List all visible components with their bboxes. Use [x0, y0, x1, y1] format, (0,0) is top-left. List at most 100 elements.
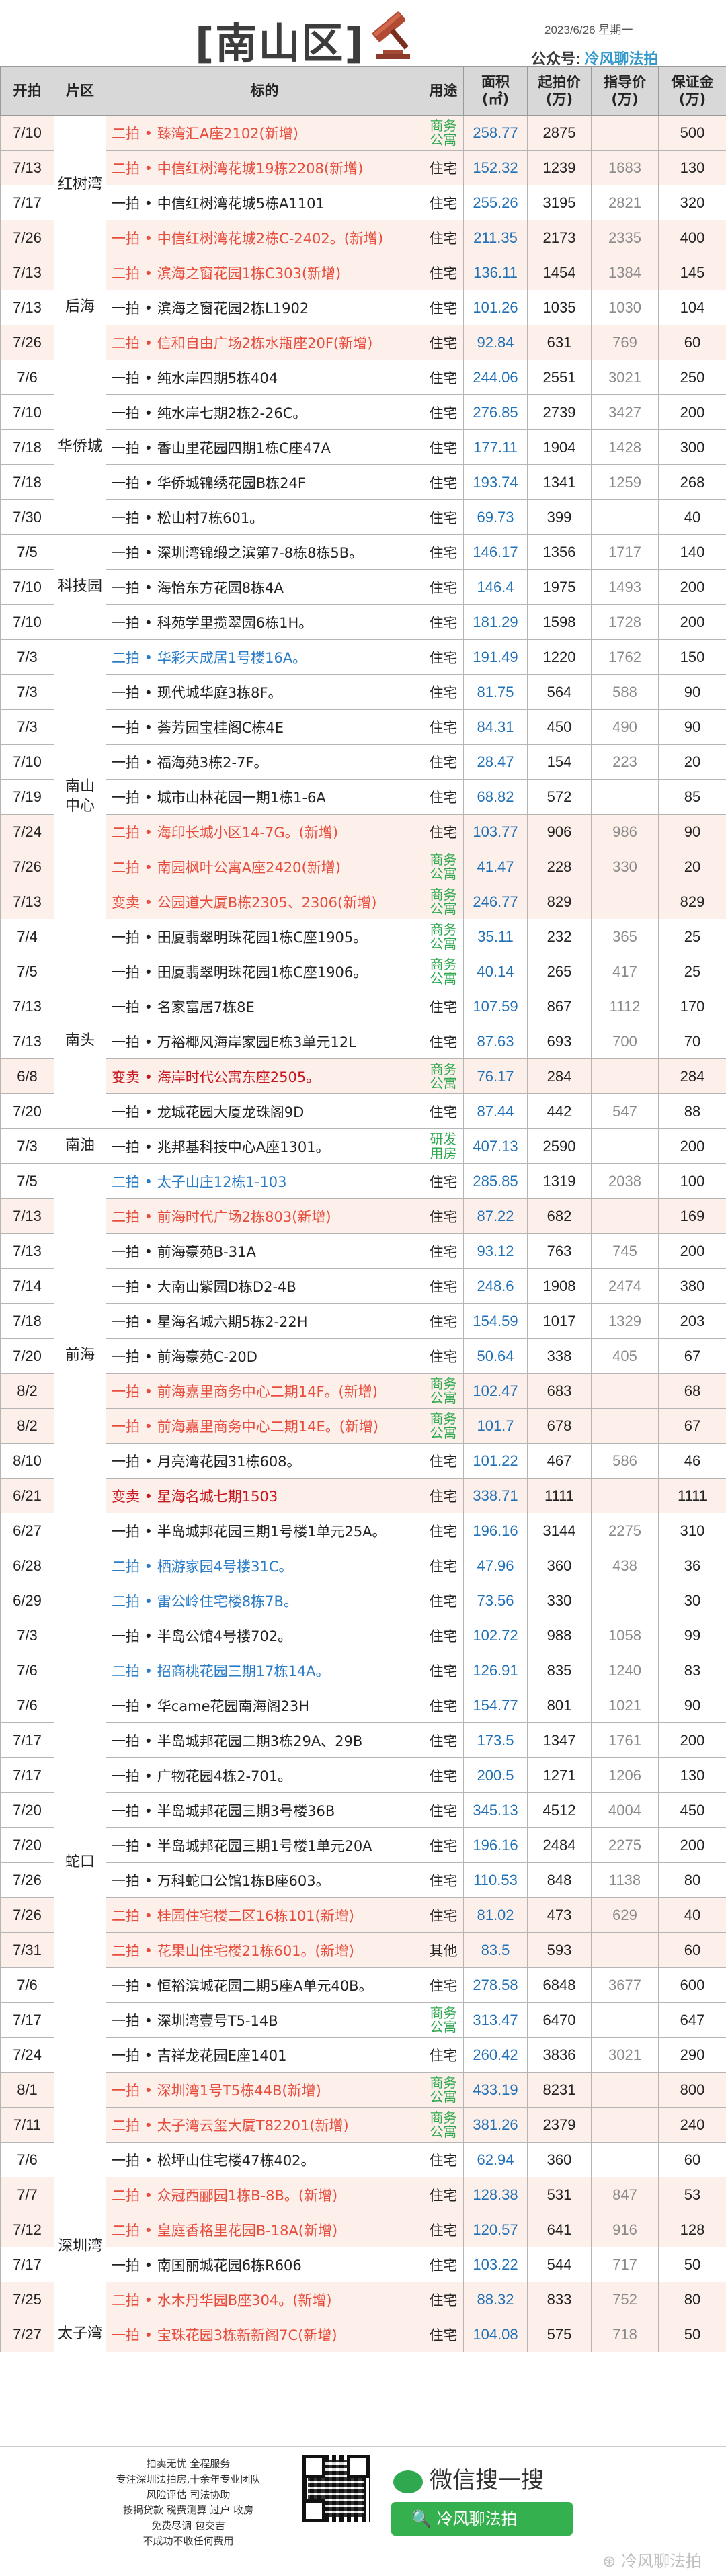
wechat-search-label: 微信搜一搜 [393, 2462, 544, 2495]
deposit: 50 [659, 2317, 726, 2352]
usage-cell: 住宅 [424, 465, 464, 500]
guide-price: 1762 [592, 640, 659, 675]
deposit: 46 [659, 1444, 726, 1479]
column-header: 保证金 (万) [659, 67, 726, 116]
area-value: 191.49 [464, 640, 528, 675]
start-price: 833 [528, 2282, 592, 2317]
auction-date: 7/26 [1, 220, 54, 255]
usage-cell: 住宅 [424, 710, 464, 745]
usage-cell: 住宅 [424, 1269, 464, 1304]
start-price: 6470 [528, 2003, 592, 2038]
guide-price: 1329 [592, 1304, 659, 1339]
start-price: 3195 [528, 185, 592, 220]
deposit: 600 [659, 1968, 726, 2003]
deposit: 83 [659, 1653, 726, 1688]
area-value: 177.11 [464, 430, 528, 465]
start-price: 2551 [528, 360, 592, 395]
property-name: 二拍 • 华彩天成居1号楼16A。 [106, 640, 424, 675]
usage-cell: 住宅 [424, 675, 464, 710]
start-price: 1239 [528, 151, 592, 185]
deposit: 300 [659, 430, 726, 465]
guide-price [592, 1409, 659, 1444]
start-price: 678 [528, 1409, 592, 1444]
table-row: 7/24二拍 • 海印长城小区14-7G。(新增)住宅103.779069869… [1, 815, 726, 849]
start-price: 641 [528, 2212, 592, 2247]
page-title: [南山区] [195, 9, 365, 70]
table-row: 7/10红树湾二拍 • 臻湾汇A座2102(新增)商务公寓258.7728755… [1, 116, 726, 151]
table-row: 7/3南油一拍 • 兆邦基科技中心A座1301。研发用房407.13259020… [1, 1129, 726, 1164]
usage-cell: 住宅 [424, 1758, 464, 1793]
auction-date: 7/26 [1, 325, 54, 360]
table-row: 7/20一拍 • 半岛城邦花园三期1号楼1单元20A住宅196.16248422… [1, 1828, 726, 1863]
auction-date: 7/6 [1, 1653, 54, 1688]
auction-date: 7/25 [1, 2282, 54, 2317]
area-value: 81.02 [464, 1898, 528, 1933]
property-name: 一拍 • 城市山林花园一期1栋1-6A [106, 780, 424, 815]
start-price: 544 [528, 2247, 592, 2282]
search-account-button[interactable]: 🔍 冷风聊法拍 [391, 2502, 573, 2536]
area-value: 146.17 [464, 535, 528, 570]
guide-price: 2474 [592, 1269, 659, 1304]
guide-price [592, 2003, 659, 2038]
area-value: 126.91 [464, 1653, 528, 1688]
table-row: 7/18一拍 • 香山里花园四期1栋C座47A住宅177.11190414283… [1, 430, 726, 465]
table-row: 7/12二拍 • 皇庭香格里花园B-18A(新增)住宅120.576419161… [1, 2212, 726, 2247]
column-header: 标的 [106, 67, 424, 116]
guide-price [592, 116, 659, 151]
property-name: 一拍 • 荟芳园宝桂阁C栋4E [106, 710, 424, 745]
start-price: 473 [528, 1898, 592, 1933]
guide-price: 752 [592, 2282, 659, 2317]
usage-cell: 住宅 [424, 2143, 464, 2177]
auction-date: 7/10 [1, 395, 54, 430]
column-header: 指导价 (万) [592, 67, 659, 116]
guide-price: 330 [592, 849, 659, 884]
auction-date: 7/17 [1, 2247, 54, 2282]
usage-cell: 商务公寓 [424, 919, 464, 954]
property-name: 一拍 • 现代城华庭3栋8F。 [106, 675, 424, 710]
property-name: 一拍 • 前海豪苑C-20D [106, 1339, 424, 1374]
start-price: 1904 [528, 430, 592, 465]
start-price: 867 [528, 989, 592, 1024]
guide-price [592, 2143, 659, 2177]
start-price: 265 [528, 954, 592, 989]
deposit: 40 [659, 1898, 726, 1933]
table-row: 7/30一拍 • 松山村7栋601。住宅69.7339940 [1, 500, 726, 535]
deposit: 140 [659, 535, 726, 570]
usage-cell: 商务公寓 [424, 2108, 464, 2143]
usage-cell: 商务公寓 [424, 1059, 464, 1094]
district-cell: 南头 [54, 954, 106, 1129]
auction-date: 7/7 [1, 2177, 54, 2212]
guide-price: 769 [592, 325, 659, 360]
deposit: 200 [659, 605, 726, 640]
qr-code-icon [302, 2455, 370, 2522]
start-price: 6848 [528, 1968, 592, 2003]
deposit: 310 [659, 1513, 726, 1548]
table-row: 7/26一拍 • 中信红树湾花城2栋C-2402。(新增)住宅211.35217… [1, 220, 726, 255]
start-price: 2173 [528, 220, 592, 255]
deposit: 290 [659, 2038, 726, 2073]
area-value: 81.75 [464, 675, 528, 710]
property-name: 一拍 • 半岛城邦花园三期3号楼36B [106, 1793, 424, 1828]
auction-date: 6/21 [1, 1479, 54, 1513]
area-value: 345.13 [464, 1793, 528, 1828]
gavel-icon [363, 4, 424, 65]
start-price: 763 [528, 1234, 592, 1269]
guide-price: 916 [592, 2212, 659, 2247]
service-line: 不成功不收任何费用 [77, 2534, 299, 2549]
area-value: 103.77 [464, 815, 528, 849]
usage-cell: 商务公寓 [424, 954, 464, 989]
area-value: 260.42 [464, 2038, 528, 2073]
start-price: 3836 [528, 2038, 592, 2073]
property-name: 二拍 • 南园枫叶公寓A座2420(新增) [106, 849, 424, 884]
deposit: 100 [659, 1164, 726, 1199]
start-price: 1035 [528, 290, 592, 325]
deposit: 25 [659, 954, 726, 989]
area-value: 407.13 [464, 1129, 528, 1164]
start-price: 2739 [528, 395, 592, 430]
start-price: 575 [528, 2317, 592, 2352]
usage-cell: 住宅 [424, 255, 464, 290]
deposit: 200 [659, 1828, 726, 1863]
property-name: 一拍 • 恒裕滨城花园二期5座A单元40B。 [106, 1968, 424, 2003]
property-name: 一拍 • 松山村7栋601。 [106, 500, 424, 535]
area-value: 73.56 [464, 1583, 528, 1618]
